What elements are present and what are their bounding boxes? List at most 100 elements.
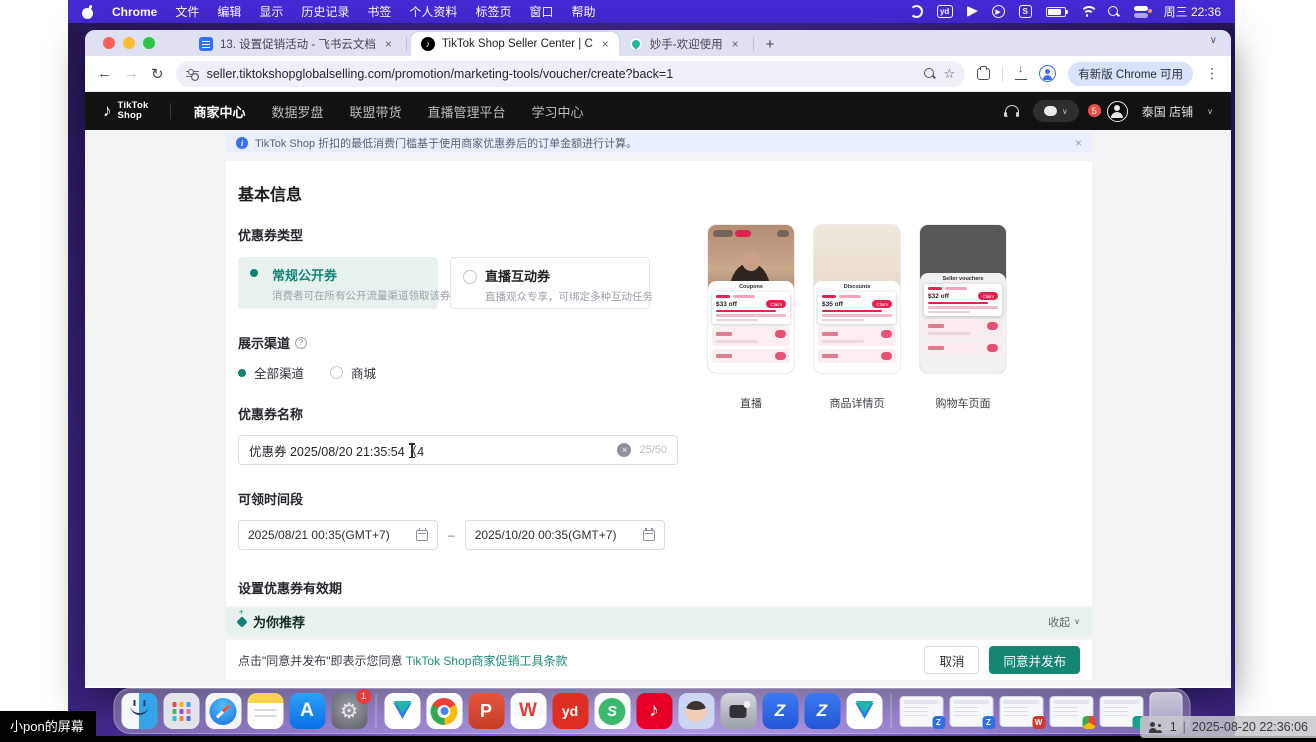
minimize-window-button[interactable] [123, 37, 135, 49]
menu-item-bookmarks[interactable]: 书签 [367, 3, 391, 20]
banner-close-icon[interactable]: × [1075, 136, 1082, 150]
nav-data-compass[interactable]: 数据罗盘 [271, 102, 323, 121]
clear-input-icon[interactable]: × [617, 443, 631, 457]
s-status-icon[interactable]: S [1019, 5, 1032, 18]
voucher-type-live[interactable]: 直播互动券 直播观众专享，可绑定多种互动任务 [450, 257, 650, 309]
notes-dock-icon[interactable] [247, 693, 283, 729]
menu-item-window[interactable]: 窗口 [529, 3, 553, 20]
tab-miaoshou[interactable]: 妙手-欢迎使用 × [619, 32, 749, 56]
nav-learning-center[interactable]: 学习中心 [532, 102, 584, 121]
finder-dock-icon[interactable] [121, 693, 157, 729]
calendar-icon[interactable] [416, 530, 428, 541]
chrome-dock-icon[interactable] [426, 693, 462, 729]
menu-item-history[interactable]: 历史记录 [301, 3, 349, 20]
collapse-toggle[interactable]: 收起 ∨ [1048, 614, 1080, 630]
address-bar[interactable]: seller.tiktokshopglobalselling.com/promo… [176, 61, 966, 87]
store-selector[interactable]: 泰国 店铺 [1142, 103, 1193, 120]
menu-item-file[interactable]: 文件 [175, 3, 199, 20]
cancel-button[interactable]: 取消 [924, 646, 979, 674]
powerpoint-dock-icon[interactable]: P [468, 693, 504, 729]
tab-close-icon[interactable]: × [600, 37, 611, 51]
menu-item-view[interactable]: 显示 [259, 3, 283, 20]
wifi-icon[interactable] [1080, 6, 1094, 17]
youdao-dock-icon[interactable]: yd [552, 693, 588, 729]
nav-affiliate[interactable]: 联盟带货 [349, 102, 401, 121]
play-status-icon[interactable]: ▶ [992, 5, 1005, 18]
safari-dock-icon[interactable] [205, 693, 241, 729]
apple-menu-icon[interactable] [82, 5, 94, 19]
site-settings-icon[interactable] [186, 69, 199, 79]
minimized-window[interactable]: W [999, 696, 1043, 727]
green-s-app-dock-icon[interactable]: S [594, 693, 630, 729]
profile-icon[interactable] [1039, 65, 1056, 82]
close-window-button[interactable] [103, 37, 115, 49]
netease-music-dock-icon[interactable]: ♪ [636, 693, 672, 729]
docs-app-dock-icon[interactable] [384, 693, 420, 729]
chrome-update-chip[interactable]: 有新版 Chrome 可用 [1068, 62, 1193, 86]
camera-app-dock-icon[interactable] [720, 693, 756, 729]
viewers-icon [1149, 722, 1164, 733]
menu-item-tabs[interactable]: 标签页 [475, 3, 511, 20]
minimized-window[interactable] [1049, 696, 1093, 727]
blue-swirl-app-dock-icon[interactable]: Z [762, 693, 798, 729]
menu-bar-clock[interactable]: 周三 22:36 [1164, 3, 1221, 20]
tiktok-shop-logo[interactable]: ♪ TikTok Shop [103, 101, 148, 121]
minimized-window[interactable]: Z [949, 696, 993, 727]
menu-item-help[interactable]: 帮助 [571, 3, 595, 20]
docs-app2-dock-icon[interactable] [846, 693, 882, 729]
system-settings-dock-icon[interactable]: ⚙ 1 [331, 693, 367, 729]
zoom-level-icon[interactable] [924, 68, 936, 80]
minimized-window[interactable]: Z [899, 696, 943, 727]
bookmark-star-icon[interactable]: ☆ [944, 66, 956, 82]
launchpad-dock-icon[interactable] [163, 693, 199, 729]
downloads-icon[interactable] [1015, 68, 1027, 80]
radio-selected-icon[interactable] [250, 269, 258, 277]
forward-button[interactable]: → [124, 65, 139, 82]
avatar-app-dock-icon[interactable] [678, 693, 714, 729]
account-avatar[interactable] [1107, 101, 1128, 122]
browser-menu-icon[interactable]: ⋮ [1205, 65, 1219, 82]
nav-live-platform[interactable]: 直播管理平台 [428, 102, 506, 121]
calendar-icon[interactable] [643, 530, 655, 541]
tab-tiktok-seller-center[interactable]: ♪ TikTok Shop Seller Center | C × [411, 32, 619, 56]
menu-item-profiles[interactable]: 个人资料 [409, 3, 457, 20]
channel-option-mall[interactable]: 商城 [330, 363, 376, 382]
youdao-status-icon[interactable]: yd [937, 5, 953, 18]
tab-search-chevron[interactable]: ∨ [1210, 35, 1217, 46]
radio-selected-icon[interactable] [238, 369, 246, 377]
tab-close-icon[interactable]: × [383, 37, 394, 51]
chevron-down-icon[interactable]: ∨ [1207, 107, 1213, 116]
recommendation-bar[interactable]: 为你推荐 收起 ∨ [226, 608, 1092, 635]
end-date-input[interactable]: 2025/10/20 00:35(GMT+7) [465, 520, 665, 550]
control-center-icon[interactable] [1134, 6, 1150, 18]
menu-app-name[interactable]: Chrome [112, 5, 157, 19]
side-panel-icon[interactable] [977, 68, 990, 80]
menu-item-edit[interactable]: 编辑 [217, 3, 241, 20]
start-date-input[interactable]: 2025/08/21 00:35(GMT+7) [238, 520, 438, 550]
app-store-dock-icon[interactable]: A [289, 693, 325, 729]
support-headset-icon[interactable] [1005, 105, 1019, 117]
new-tab-button[interactable]: + [758, 36, 783, 56]
battery-icon[interactable] [1046, 7, 1066, 17]
terms-link[interactable]: TikTok Shop商家促销工具条款 [406, 654, 568, 668]
messages-pill[interactable]: ∨ [1033, 100, 1079, 122]
help-icon[interactable]: ? [295, 337, 307, 349]
spotlight-search-icon[interactable] [1108, 6, 1120, 18]
back-button[interactable]: ← [97, 65, 112, 82]
reload-button[interactable]: ↻ [151, 65, 164, 83]
voucher-name-input[interactable] [249, 443, 609, 457]
zoom-window-button[interactable] [143, 37, 155, 49]
radio-unselected-icon[interactable] [463, 270, 477, 284]
wps-dock-icon[interactable]: W [510, 693, 546, 729]
tab-feishu-doc[interactable]: 13. 设置促销活动 - 飞书云文档 × [189, 32, 402, 56]
voucher-type-regular[interactable]: 常规公开券 消费者可在所有公开流量渠道领取该券 [238, 257, 438, 309]
bird-status-icon[interactable] [967, 6, 978, 17]
nav-seller-center[interactable]: 商家中心 [193, 102, 245, 121]
tab-close-icon[interactable]: × [730, 37, 741, 51]
minimized-window[interactable] [1099, 696, 1143, 727]
radio-unselected-icon[interactable] [330, 366, 343, 379]
status-loop-icon[interactable] [910, 5, 923, 18]
channel-option-all[interactable]: 全部渠道 [238, 363, 304, 382]
blue-swirl-app2-dock-icon[interactable]: Z [804, 693, 840, 729]
agree-and-publish-button[interactable]: 同意并发布 [989, 646, 1080, 674]
